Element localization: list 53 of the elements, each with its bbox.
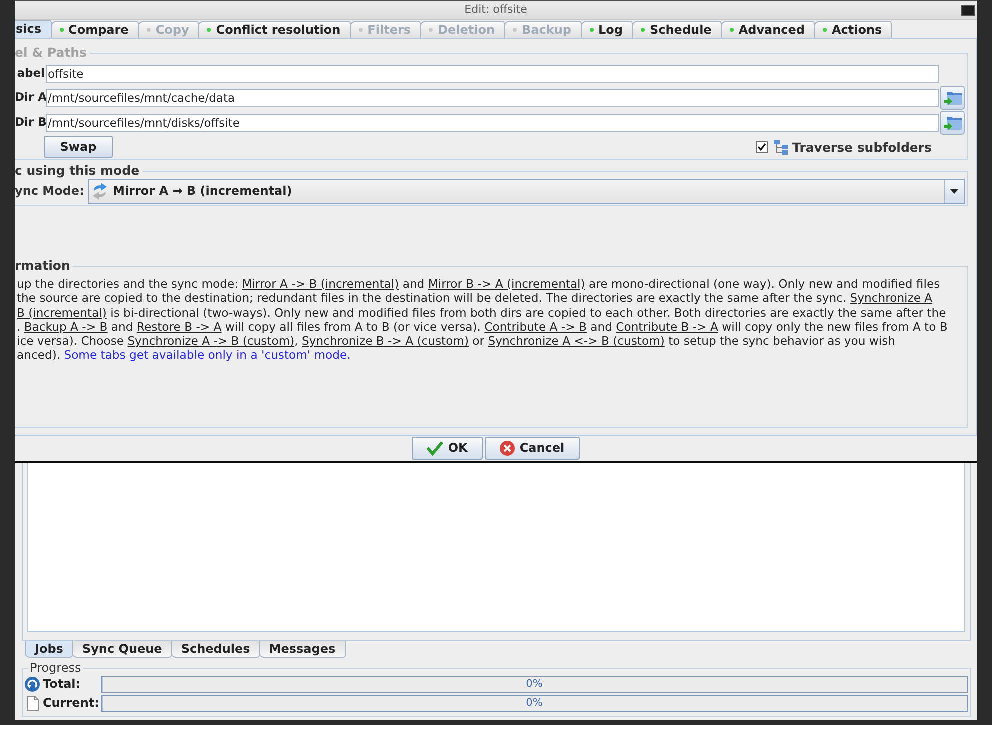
info-text-line: ice versa). Choose Synchronize A -> B (custom), Synchronize B -> A (custom) or Synchronize A <-> B (custom) to setup the sync behavior as you wish <box>17 334 897 348</box>
check-icon <box>427 442 444 456</box>
mode-link[interactable]: Synchronize A <box>850 291 933 306</box>
tab[interactable]: sics <box>15 20 52 38</box>
cancel-icon <box>500 441 515 456</box>
mode-link[interactable]: Mirror A -> B (incremental) <box>242 277 400 291</box>
tab[interactable]: Schedules <box>171 641 260 658</box>
row-label: Current: <box>42 696 100 711</box>
progress-text: 0% <box>526 678 543 691</box>
info-text-line: . Backup A -> B and Restore B -> A will copy all files from A to B (or vice versa). Contribute A -> B and Contribute B -> A will copy only the new files from A to B <box>17 320 949 334</box>
field-label: Dir A <box>15 91 45 105</box>
tab[interactable]: Log <box>580 21 633 38</box>
row-label: Total: <box>42 677 82 692</box>
field-label: ync Mode: <box>15 184 86 199</box>
tab[interactable]: Actions <box>814 21 892 38</box>
tab[interactable]: Compare <box>50 21 139 38</box>
info-text-line: anced). Some tabs get available only in a 'custom' mode. <box>17 348 352 363</box>
mode-link[interactable]: Mirror B -> A (incremental) <box>428 277 586 291</box>
mode-link[interactable]: Synchronize A <-> B (custom) <box>488 334 665 348</box>
field-label: Dir B <box>15 116 45 130</box>
mode-link[interactable]: Contribute A -> B <box>484 320 587 334</box>
group-title: el & Paths <box>15 46 88 60</box>
folder-arrow-icon <box>944 116 962 130</box>
info-text-line: B (incremental) is bi-directional (two-ways). Only new and modified files from both dirs are copied to each other. Both directories are exactly the same after the <box>17 306 948 320</box>
mode-link[interactable]: Synchronize B -> A (custom) <box>302 334 469 348</box>
progress-text: 0% <box>526 697 543 710</box>
sync-arrows-icon <box>93 183 107 200</box>
mode-link[interactable]: Contribute B -> A <box>616 320 718 334</box>
group-title: c using this mode <box>15 164 141 178</box>
tab[interactable]: Sync Queue <box>72 641 172 658</box>
maximize-icon[interactable] <box>961 4 975 16</box>
window-title: Edit: offsite <box>464 3 528 17</box>
folder-arrow-icon <box>944 90 962 106</box>
mode-link[interactable]: Synchronize A -> B (custom) <box>128 334 295 348</box>
tab[interactable]: Conflict resolution <box>198 21 351 38</box>
ok-button[interactable]: OK <box>412 437 483 460</box>
group-title: rmation <box>15 259 72 273</box>
mode-link[interactable]: Backup A -> B <box>24 320 108 334</box>
mode-link[interactable]: Restore B -> A <box>136 320 222 334</box>
tab[interactable]: Jobs <box>25 641 74 658</box>
tree-icon <box>774 140 788 154</box>
field-label: abel <box>16 67 45 81</box>
sync-mode-dropdown[interactable]: Mirror A → B (incremental) <box>88 179 965 204</box>
tab[interactable]: Messages <box>259 641 346 658</box>
caret-icon <box>950 189 959 194</box>
info-text-line: the source are copied to the destination; redundant files in the destination will be deleted. The directories are exactly the same after the sync. Synchronize A <box>17 291 934 306</box>
tab[interactable]: Schedule <box>632 21 722 38</box>
tab[interactable]: Advanced <box>720 21 816 38</box>
mode-link[interactable]: B (incremental) <box>17 306 107 320</box>
cancel-button[interactable]: Cancel <box>484 437 580 460</box>
info-text-line: up the directories and the sync mode: Mirror A -> B (incremental) and Mirror B -> A (incremental) are mono-directional (one way). Only new and modified files <box>17 277 942 292</box>
group-title: Progress <box>29 661 82 675</box>
document-icon <box>27 696 39 711</box>
